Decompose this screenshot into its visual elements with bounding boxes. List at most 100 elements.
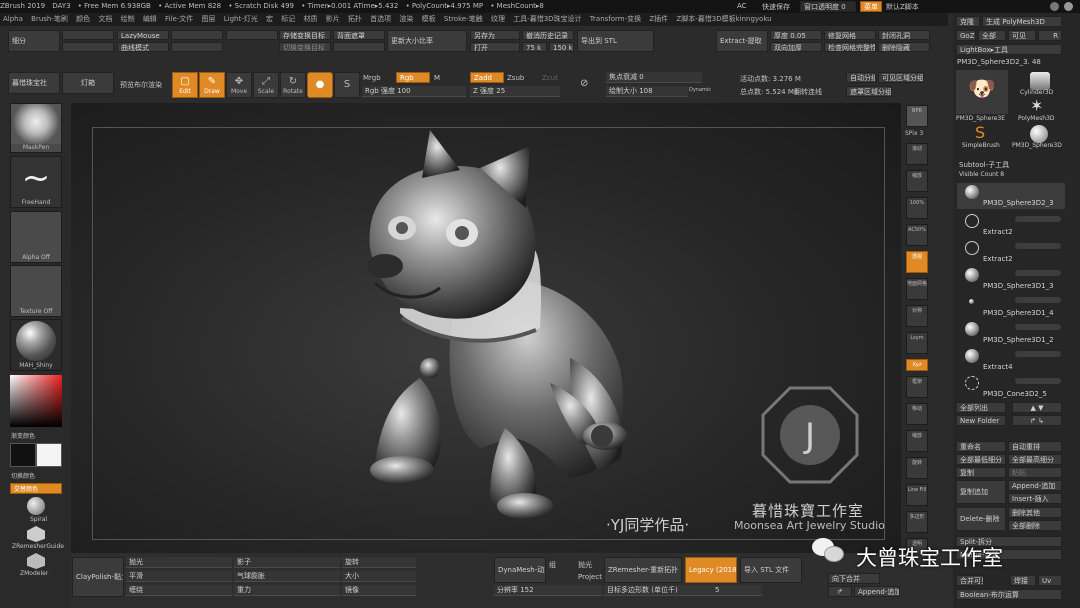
menu-render[interactable]: 渲染 [399,13,413,26]
arrow-icons[interactable]: ↱ ↳ [1012,415,1062,426]
menu-draw[interactable]: 绘制 [121,13,135,26]
resolution-slider[interactable]: 分辨率 152 [494,585,602,596]
subtool-toggles[interactable] [1015,270,1061,276]
save-morph-button[interactable]: 存储变换目标 [279,30,331,40]
subtool-toggles[interactable] [1015,378,1061,384]
undo-history-button[interactable]: 撤消历史记录 [522,30,574,40]
target-poly-label[interactable]: 目标多边形数 (单位千) [604,585,712,596]
mask-by-cavity-button[interactable] [333,42,385,52]
lightbox-button[interactable]: 灯箱 [62,72,114,94]
copy-button[interactable]: 复制 [956,467,1006,478]
goz-visible-button[interactable]: 可见 [1008,30,1036,41]
menu-topology[interactable]: 拓扑 [348,13,362,26]
menu-macro[interactable]: 宏 [266,13,273,26]
gas-bubble-slider[interactable]: 气球膨胀 [234,571,340,582]
subtool-toggles[interactable] [1015,243,1061,249]
merge-visible-button[interactable]: 合并可见 [956,575,984,586]
default-zscript-button[interactable]: 默认Z脚本 [886,2,919,12]
scroll-button[interactable]: 滚动 [906,143,928,165]
menu-preferences[interactable]: 首选项 [370,13,391,26]
merge-down-button[interactable]: 向下合并 [828,573,880,584]
line-fill-button[interactable]: Line Fill [906,484,928,506]
uv-button[interactable]: Uv [1038,575,1062,586]
scale-mode-button[interactable]: ⤢ Scale [253,72,279,98]
subtool-item[interactable]: Extract2 [957,212,1065,238]
close-icon[interactable] [1064,2,1073,11]
visible-count-slider[interactable]: Visible Count 8 [959,171,1004,178]
gravity-slider[interactable]: 重力 [234,585,340,596]
subtool-toggles[interactable] [1015,297,1061,303]
subtool-header[interactable]: Subtool-子工具 [959,160,1009,170]
backface-mask-button[interactable]: 背面遮罩 [333,30,385,40]
frame-button[interactable]: 框架 [906,376,928,398]
close-holes-button[interactable]: 封闭孔洞 [878,30,930,40]
stroke-preview-button[interactable]: S [334,72,360,98]
edge-loop-button[interactable]: 翻转连线 [794,87,822,97]
duplicate-append-button[interactable]: 复制追加 [956,480,1006,504]
zremesher-button[interactable]: ZRemesher-重新拓扑 [604,557,682,583]
edit-mode-button[interactable]: ▢ Edit [172,72,198,98]
menu-file[interactable]: File-文件 [165,13,193,26]
mirror-slider[interactable]: 镜像 [342,585,416,596]
draw-size-slider[interactable]: 绘制大小 108 [606,86,688,97]
menu-brush[interactable]: Brush-笔刷 [31,13,68,26]
secondary-color-swatch[interactable] [36,443,62,467]
subdiv-slider-1[interactable] [62,30,114,40]
perspective-button[interactable]: 透视 [906,251,928,273]
menu-toggle-button[interactable]: 菜单 [860,1,882,12]
jewelry-society-button[interactable]: 暮惜珠宝社 [8,72,60,94]
lazymouse-button[interactable]: LazyMouse [117,30,169,40]
visible-group-button[interactable]: 可见区域分组 [878,72,924,83]
menu-zplugin[interactable]: Z插件 [649,13,668,26]
rgb-intensity-slider[interactable]: Rgb 强度 100 [362,86,466,97]
subtool-item[interactable]: PM3D_Sphere3D1_4 [957,293,1065,319]
freehand-stroke-tile[interactable]: ~ FreeHand [10,156,62,208]
append-button[interactable]: Append-追加 [1008,480,1062,491]
subtool-item[interactable]: Extract4 [957,347,1065,373]
menu-layer[interactable]: 图层 [202,13,216,26]
spiral-icon[interactable] [27,497,45,515]
project-toggle[interactable]: Project [578,573,602,581]
group-toggle[interactable]: 组 [549,560,556,570]
mask-group-button[interactable]: 遮罩区域分组 [846,86,892,97]
goz-all-button[interactable]: 全部 [978,30,1006,41]
polish-slider[interactable]: 抛光 [126,557,232,568]
subtool-item[interactable]: PM3D_Sphere3D2_3 [957,183,1065,209]
color-picker[interactable] [10,375,62,427]
rotate-slider[interactable]: 旋转 [342,557,416,568]
minimize-icon[interactable] [1050,2,1059,11]
thickness-slider[interactable]: 厚度 0.05 [770,30,822,40]
dog-sculpt-model[interactable] [330,128,650,528]
switch-morph-button[interactable]: 切换变换目标 [279,42,331,52]
subtool-toggles[interactable] [1015,351,1061,357]
switch-color-button[interactable]: 切换颜色 [11,471,35,480]
zoom-button[interactable]: 缩放 [906,170,928,192]
delete-all-button[interactable]: 全部删除 [1008,520,1062,531]
subtool-item[interactable]: PM3D_Cone3D2_5 [957,374,1065,400]
extract-button[interactable]: Extract-提取 [716,30,768,52]
brush-preview-button[interactable]: ● [307,72,333,98]
curve-mode-button[interactable]: 曲线模式 [117,42,169,52]
subtool-item[interactable]: PM3D_Sphere3D1_3 [957,266,1065,292]
alternate-color-button[interactable]: 交替颜色 [10,483,62,494]
menu-movie[interactable]: 影片 [326,13,340,26]
lightbox-tools-button[interactable]: LightBox▸工具 [956,44,1062,55]
size-slider[interactable]: 大小 [342,571,416,582]
menu-transform[interactable]: Transform-变换 [590,13,641,26]
menu-color[interactable]: 颜色 [76,13,90,26]
m-button[interactable]: M [434,74,440,82]
menu-zscript[interactable]: Z脚本-暮惜3D模板kinngyoku [676,13,771,26]
rotate-view-button[interactable]: 旋转 [906,457,928,479]
open-button[interactable]: 打开 [470,42,520,52]
scale-view-button[interactable]: 缩放 [906,430,928,452]
goz-button[interactable]: GoZ [956,30,976,41]
polymesh-star-icon[interactable]: ✶ [1030,96,1043,115]
zadd-button[interactable]: Zadd [470,72,504,83]
make-polymesh-button[interactable]: 生成 PolyMesh3D [982,16,1062,27]
rgb-button[interactable]: Rgb [396,72,430,83]
simplebrush-s-icon[interactable]: S [975,123,985,142]
menu-template[interactable]: 模板 [422,13,436,26]
claypolish-button[interactable]: ClayPolish-黏土抛光 [72,557,124,597]
subtool-toggles[interactable] [1015,187,1061,193]
auto-group-button[interactable]: 自动分组 [846,72,876,83]
